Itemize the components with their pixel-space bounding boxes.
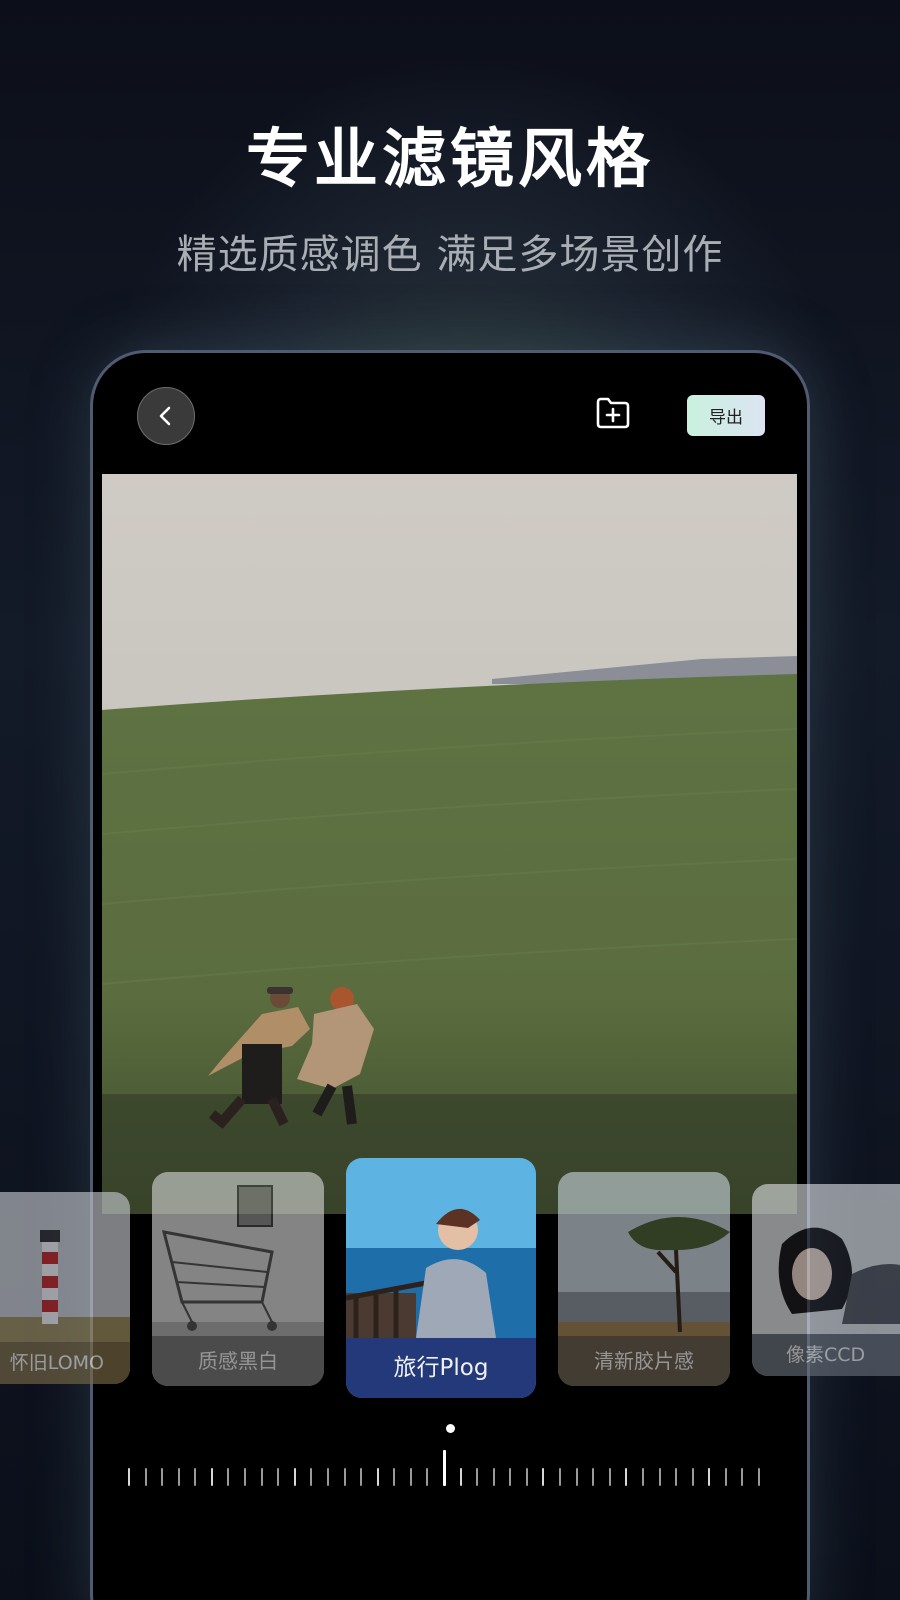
slider-tick — [326, 1468, 329, 1486]
slider-tick — [376, 1468, 379, 1486]
slider-tick — [194, 1468, 197, 1486]
slider-tick — [592, 1468, 595, 1486]
chevron-left-icon — [159, 406, 171, 426]
export-button[interactable]: 导出 — [687, 395, 765, 436]
filter-item-travel-plog[interactable]: 旅行Plog — [346, 1158, 536, 1398]
filter-item-nostalgic-lomo[interactable]: 怀旧LOMO — [0, 1192, 130, 1384]
slider-tick — [260, 1468, 263, 1486]
slider-center-tick — [443, 1450, 446, 1486]
filter-label: 质感黑白 — [152, 1336, 324, 1386]
filter-item-fresh-film[interactable]: 清新胶片感 — [558, 1172, 730, 1386]
slider-tick — [343, 1468, 346, 1486]
slider-tick — [210, 1468, 213, 1486]
slider-tick — [741, 1468, 744, 1486]
slider-tick — [144, 1468, 147, 1486]
slider-tick — [277, 1468, 280, 1486]
slider-tick — [293, 1468, 296, 1486]
slider-tick — [177, 1468, 180, 1486]
slider-tick — [409, 1468, 412, 1486]
slider-tick — [625, 1468, 628, 1486]
back-button[interactable] — [137, 387, 195, 445]
filter-item-pixel-ccd[interactable]: 像素CCD — [752, 1184, 900, 1376]
page-subheadline: 精选质感调色 满足多场景创作 — [176, 232, 724, 278]
filter-label: 旅行Plog — [346, 1338, 536, 1398]
filter-label: 怀旧LOMO — [0, 1342, 130, 1384]
slider-tick — [509, 1468, 512, 1486]
slider-tick — [360, 1468, 363, 1486]
slider-tick — [724, 1468, 727, 1486]
add-to-folder-button[interactable] — [593, 393, 633, 433]
slider-tick — [675, 1468, 678, 1486]
slider-tick — [658, 1468, 661, 1486]
slider-tick — [525, 1468, 528, 1486]
slider-tick — [244, 1468, 247, 1486]
slider-tick — [641, 1468, 644, 1486]
slider-tick — [691, 1468, 694, 1486]
slider-indicator-dot — [446, 1424, 455, 1433]
filter-item-textured-bw[interactable]: 质感黑白 — [152, 1172, 324, 1386]
slider-tick — [542, 1468, 545, 1486]
filter-strip: 怀旧LOMO 质感黑白 旅行Plog 清新胶片感 像素CCD — [0, 1158, 900, 1420]
slider-tick — [393, 1468, 396, 1486]
slider-tick — [559, 1468, 562, 1486]
slider-tick — [492, 1468, 495, 1486]
photo-preview — [102, 474, 797, 1214]
folder-plus-icon — [596, 397, 630, 429]
slider-tick — [459, 1468, 462, 1486]
slider-tick — [758, 1468, 760, 1486]
slider-tick — [128, 1468, 130, 1486]
slider-tick — [608, 1468, 611, 1486]
slider-tick — [575, 1468, 578, 1486]
slider-tick — [426, 1468, 429, 1486]
filter-label: 清新胶片感 — [558, 1336, 730, 1386]
filter-label: 像素CCD — [752, 1334, 900, 1376]
slider-tick — [476, 1468, 479, 1486]
slider-tick — [708, 1468, 711, 1486]
slider-tick — [227, 1468, 230, 1486]
slider-tick — [310, 1468, 313, 1486]
page-headline: 专业滤镜风格 — [246, 123, 654, 197]
intensity-slider[interactable] — [128, 1450, 760, 1498]
slider-tick — [161, 1468, 164, 1486]
